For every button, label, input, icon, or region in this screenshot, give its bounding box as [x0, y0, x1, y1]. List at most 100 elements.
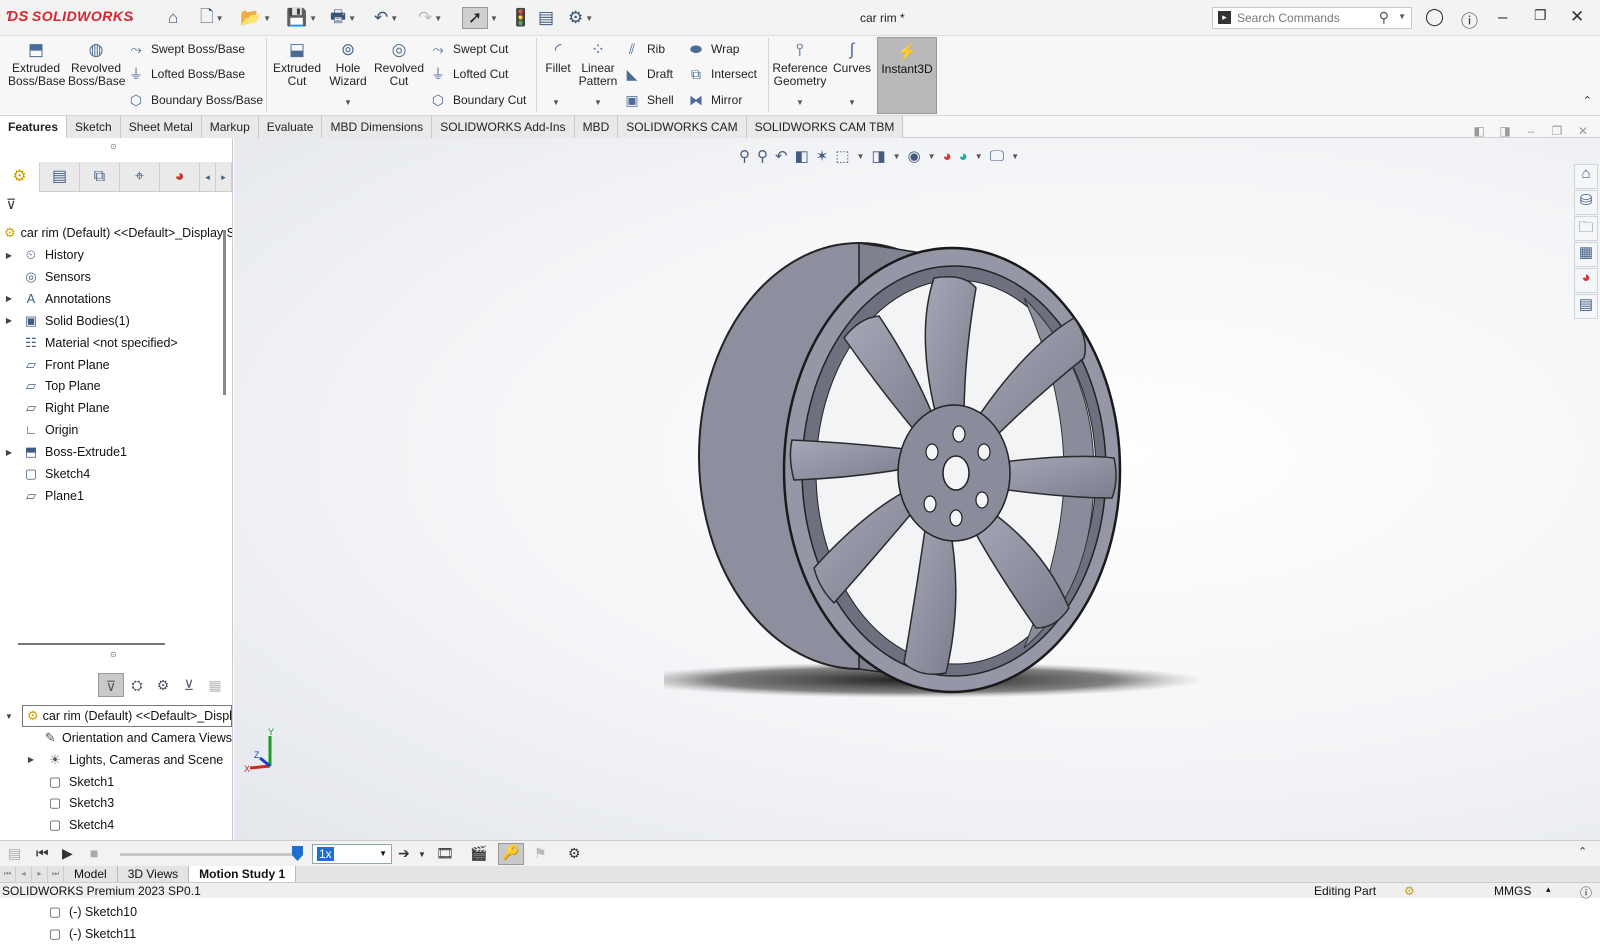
- minimize-icon[interactable]: –: [1498, 7, 1507, 27]
- tab-sheet-metal[interactable]: Sheet Metal: [120, 116, 202, 138]
- display-manager-tab-icon[interactable]: ◕: [160, 162, 200, 192]
- lofted-boss-button[interactable]: ⏚ Lofted Boss/Base: [126, 63, 245, 85]
- expand-arrow-icon[interactable]: ▶: [4, 448, 14, 457]
- revolved-cut-button[interactable]: ◎ Revolved Cut: [374, 40, 424, 88]
- view-palette-icon[interactable]: ▦: [1574, 242, 1598, 267]
- tab-solidworks-cam-tbm[interactable]: SOLIDWORKS CAM TBM: [746, 116, 904, 138]
- tab-mbd-dimensions[interactable]: MBD Dimensions: [322, 116, 433, 138]
- hide-show-items-icon[interactable]: ◉: [908, 147, 921, 165]
- motion-tree-item[interactable]: ▢ Sketch1: [0, 771, 232, 793]
- tree-filter-icon[interactable]: ⊽: [6, 196, 16, 213]
- motion-tree-item[interactable]: ▶ ☀ Lights, Cameras and Scene: [0, 749, 232, 771]
- expand-arrow-icon[interactable]: ▶: [4, 316, 14, 325]
- view-orientation-dropdown-icon[interactable]: ▼: [857, 152, 865, 161]
- fillet-button[interactable]: ◜ Fillet: [540, 40, 576, 75]
- motion-tree-item[interactable]: ▢ (-) Sketch10: [0, 901, 232, 923]
- speed-dropdown-icon[interactable]: ▼: [379, 849, 387, 858]
- feature-tree-item[interactable]: ▶ ⏲ History: [0, 244, 232, 266]
- motion-tree-item[interactable]: ▢ Sketch3: [0, 792, 232, 814]
- filter-driving-icon[interactable]: ⛭: [124, 673, 150, 697]
- tab-evaluate[interactable]: Evaluate: [258, 116, 323, 138]
- solidworks-logo[interactable]: ƊS SOLIDWORKS: [6, 8, 133, 25]
- custom-properties-icon[interactable]: ▤: [1574, 294, 1598, 319]
- display-style-icon[interactable]: ◨: [871, 147, 885, 165]
- collapse-ribbon-icon[interactable]: ⌃: [1583, 94, 1592, 107]
- new-document-icon[interactable]: 🗋 ▼: [200, 7, 224, 29]
- tab-motion-study-1[interactable]: Motion Study 1: [189, 866, 297, 882]
- hide-show-dropdown-icon[interactable]: ▼: [928, 152, 936, 161]
- doc-close-icon[interactable]: ✕: [1570, 124, 1596, 138]
- tab-3d-views[interactable]: 3D Views: [118, 866, 190, 882]
- swept-boss-button[interactable]: ⤳ Swept Boss/Base: [126, 38, 245, 60]
- feature-tree-item[interactable]: ▢ Sketch4: [0, 463, 232, 485]
- feature-tree-item[interactable]: ▱ Right Plane: [0, 397, 232, 419]
- motion-tree-item[interactable]: ✎ Orientation and Camera Views: [0, 727, 232, 749]
- dimxpert-manager-tab-icon[interactable]: ⌖: [120, 162, 160, 192]
- splitter-grip[interactable]: ⊙: [110, 142, 117, 151]
- apply-scene-icon[interactable]: ◕: [959, 148, 968, 165]
- stop-icon[interactable]: ■: [90, 845, 98, 861]
- appearances-icon[interactable]: ◕: [1574, 268, 1598, 293]
- fillet-dropdown-icon[interactable]: ▼: [552, 98, 560, 107]
- restore-icon[interactable]: ❐: [1534, 7, 1547, 24]
- extruded-cut-button[interactable]: ⬓ Extruded Cut: [270, 40, 324, 88]
- expand-arrow-icon[interactable]: ▶: [4, 251, 14, 260]
- motion-root-expander[interactable]: ▼: [0, 705, 20, 727]
- tab-prev-icon[interactable]: ◂: [16, 866, 32, 882]
- doc-restore-icon[interactable]: ❐: [1544, 124, 1570, 138]
- reference-geometry-dropdown-icon[interactable]: ▼: [796, 98, 804, 107]
- zoom-to-fit-icon[interactable]: ⚲: [739, 147, 750, 165]
- reference-geometry-button[interactable]: ⫯ Reference Geometry: [772, 40, 828, 88]
- tab-mbd[interactable]: MBD: [574, 116, 619, 138]
- add-key-icon[interactable]: ⚑: [534, 845, 547, 862]
- edit-appearance-icon[interactable]: ◕: [943, 148, 952, 165]
- tab-solidworks-cam[interactable]: SOLIDWORKS CAM: [618, 116, 747, 138]
- splitter-grip[interactable]: ⊙: [110, 650, 117, 659]
- hole-wizard-dropdown-icon[interactable]: ▼: [344, 98, 352, 107]
- select-cursor-icon[interactable]: ➚: [462, 7, 488, 29]
- dynamic-annotation-icon[interactable]: ✶: [816, 147, 829, 165]
- feature-manager-tab-icon[interactable]: ⚙: [0, 162, 40, 192]
- linear-pattern-button[interactable]: ⁘ Linear Pattern: [578, 40, 618, 88]
- save-animation-icon[interactable]: 🎞: [436, 845, 454, 862]
- linear-pattern-dropdown-icon[interactable]: ▼: [594, 98, 602, 107]
- draft-button[interactable]: ◣ Draft: [622, 63, 673, 85]
- tab-sketch[interactable]: Sketch: [67, 116, 121, 138]
- filter-disabled-icon[interactable]: ▦: [202, 673, 228, 697]
- curves-dropdown-icon[interactable]: ▼: [848, 98, 856, 107]
- feature-tree-item[interactable]: ▶ ⬒ Boss-Extrude1: [0, 441, 232, 463]
- filter-animation-icon[interactable]: ⊽: [98, 673, 124, 697]
- play-from-start-icon[interactable]: ⏮: [36, 845, 49, 862]
- motion-tree-item[interactable]: ▢ (-) Sketch11: [0, 923, 232, 945]
- previous-view-icon[interactable]: ↶: [775, 147, 788, 165]
- shell-button[interactable]: ▣ Shell: [622, 89, 673, 111]
- unit-system[interactable]: MMGS: [1494, 884, 1531, 898]
- open-icon[interactable]: 📂 ▼: [240, 7, 271, 29]
- lofted-cut-button[interactable]: ⏚ Lofted Cut: [428, 63, 508, 85]
- doc-tile-left-icon[interactable]: ◧: [1466, 124, 1492, 138]
- section-view-icon[interactable]: ◧: [795, 147, 809, 165]
- undo-icon[interactable]: ↶ ▼: [374, 7, 398, 29]
- motion-tree-root[interactable]: ⚙ car rim (Default) <<Default>_Display S…: [22, 705, 232, 727]
- feature-tree-item[interactable]: ▱ Top Plane: [0, 375, 232, 397]
- playback-mode-icon[interactable]: ➔: [398, 845, 410, 862]
- intersect-button[interactable]: ⧉ Intersect: [686, 63, 757, 85]
- revolved-boss-button[interactable]: ◍ Revolved Boss/Base: [68, 40, 125, 88]
- search-commands-input[interactable]: ▸ Search Commands ⚲ ▼: [1212, 7, 1412, 29]
- playback-slider-track[interactable]: [120, 853, 300, 856]
- swept-cut-button[interactable]: ⤳ Swept Cut: [428, 38, 508, 60]
- tab-features[interactable]: Features: [0, 116, 68, 138]
- boundary-cut-button[interactable]: ⬡ Boundary Cut: [428, 89, 527, 111]
- tree-horizontal-scrollbar[interactable]: [18, 643, 165, 645]
- motion-tree-item[interactable]: ▢ Sketch4: [0, 814, 232, 836]
- graphics-area[interactable]: ⚲ ⚲ ↶ ◧ ✶ ⬚ ▼ ◨ ▼ ◉ ▼ ◕ ◕ ▼ 🖵 ▼ ⌂ ⛁ 🗀 ▦ ◕ ▤: [234, 138, 1600, 840]
- animation-wizard-icon[interactable]: 🎬: [470, 845, 487, 862]
- playback-speed-select[interactable]: 1x ▼: [312, 844, 392, 864]
- view-orientation-icon[interactable]: ⬚: [835, 147, 849, 165]
- playback-mode-dropdown-icon[interactable]: ▼: [418, 850, 426, 859]
- feature-tree-item[interactable]: ∟ Origin: [0, 419, 232, 441]
- property-manager-tab-icon[interactable]: ▤: [40, 162, 80, 192]
- redo-icon[interactable]: ↷ ▼: [418, 7, 442, 29]
- feature-tree-item[interactable]: ☷ Material <not specified>: [0, 332, 232, 354]
- file-explorer-icon[interactable]: 🗀: [1574, 216, 1598, 241]
